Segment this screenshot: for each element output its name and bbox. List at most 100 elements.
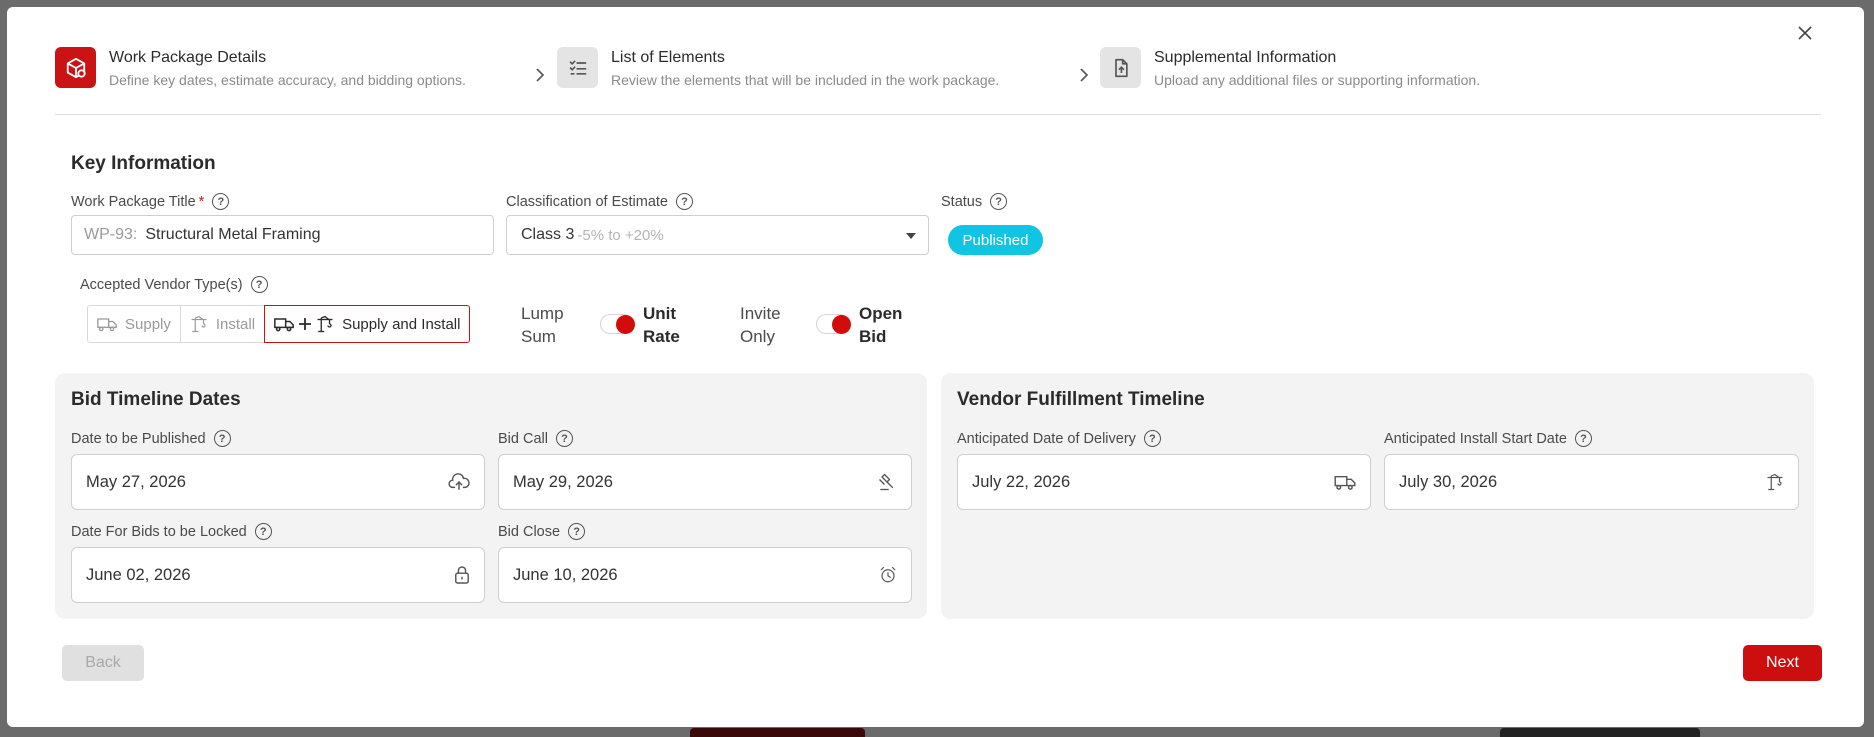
date-published-label: Date to be Published ?: [71, 430, 231, 447]
label-text: Accepted Vendor Type(s): [80, 276, 243, 293]
classification-range: -5% to +20%: [577, 226, 664, 244]
vendor-option-supply-and-install[interactable]: Supply and Install: [264, 305, 471, 343]
caret-down-icon: [906, 233, 916, 239]
box-icon: [55, 47, 96, 88]
help-icon[interactable]: ?: [990, 193, 1008, 210]
toggle-label-open-bid: Open Bid: [859, 302, 902, 348]
bid-close-label: Bid Close ?: [498, 523, 586, 540]
backdrop-element: [1500, 728, 1700, 737]
step-title: Supplemental Information: [1154, 49, 1337, 66]
label-text: Anticipated Install Start Date: [1384, 430, 1567, 447]
toggle-label-line: Bid: [859, 327, 887, 346]
toggle-knob: [832, 315, 851, 334]
truck-icon: [97, 318, 117, 332]
status-label: Status ?: [941, 193, 1008, 210]
vendor-option-label: Supply and Install: [342, 315, 461, 333]
crane-icon: [317, 315, 333, 333]
toggle-knob: [616, 315, 635, 334]
cloud-upload-icon: [448, 473, 470, 490]
bid-call-input[interactable]: May 29, 2026: [498, 454, 912, 510]
date-value: June 02, 2026: [86, 565, 191, 584]
label-text: Bid Close: [498, 523, 561, 540]
plus-icon: [299, 318, 312, 330]
date-value: May 29, 2026: [513, 472, 613, 491]
checklist-icon: [557, 47, 598, 88]
help-icon[interactable]: ?: [675, 193, 693, 210]
step-description: Review the elements that will be include…: [611, 72, 1000, 88]
bid-call-label: Bid Call ?: [498, 430, 573, 447]
label-text: Work Package Title: [71, 193, 196, 210]
step-supplemental-information[interactable]: Supplemental Information Upload any addi…: [1100, 47, 1480, 89]
chevron-right-icon: [1080, 68, 1089, 82]
toggle-label-line: Open: [859, 304, 903, 323]
install-date-label: Anticipated Install Start Date ?: [1384, 430, 1592, 447]
bid-type-toggle-switch[interactable]: [816, 314, 851, 334]
wp-title-label: Work Package Title * ?: [71, 193, 230, 210]
wp-title-value: Structural Metal Framing: [145, 226, 321, 243]
back-button[interactable]: Back: [62, 645, 144, 681]
wp-title-input[interactable]: WP-93: Structural Metal Framing: [71, 215, 494, 255]
help-icon[interactable]: ?: [250, 276, 268, 293]
vendor-type-group: Supply Install Supply and Install: [87, 305, 471, 343]
toggle-label-line: Unit: [643, 304, 677, 323]
next-button[interactable]: Next: [1743, 645, 1822, 681]
help-icon[interactable]: ?: [1143, 430, 1161, 447]
step-description: Upload any additional files or supportin…: [1154, 72, 1481, 88]
step-list-of-elements[interactable]: List of Elements Review the elements tha…: [557, 47, 999, 89]
bid-close-input[interactable]: June 10, 2026: [498, 547, 912, 603]
help-icon[interactable]: ?: [212, 193, 230, 210]
chevron-right-icon: [536, 68, 545, 82]
step-title: List of Elements: [611, 49, 725, 66]
classification-label: Classification of Estimate ?: [506, 193, 693, 210]
crane-icon: [1767, 473, 1783, 491]
close-button[interactable]: [1794, 22, 1816, 44]
date-published-input[interactable]: May 27, 2026: [71, 454, 485, 510]
help-icon[interactable]: ?: [254, 523, 272, 540]
pricing-toggle-switch[interactable]: [600, 314, 635, 334]
step-title: Work Package Details: [109, 49, 267, 66]
toggle-label-line: Sum: [521, 327, 556, 346]
panel-title: Bid Timeline Dates: [71, 389, 241, 410]
label-text: Bid Call: [498, 430, 548, 447]
date-value: June 10, 2026: [513, 565, 618, 584]
vendor-fulfillment-panel: Vendor Fulfillment Timeline Anticipated …: [941, 373, 1814, 619]
date-locked-label: Date For Bids to be Locked ?: [71, 523, 272, 540]
file-upload-icon: [1100, 47, 1141, 88]
label-text: Classification of Estimate: [506, 193, 668, 210]
vendor-types-label: Accepted Vendor Type(s) ?: [80, 276, 268, 293]
help-icon[interactable]: ?: [568, 523, 586, 540]
help-icon[interactable]: ?: [213, 430, 231, 447]
date-locked-input[interactable]: June 02, 2026: [71, 547, 485, 603]
help-icon[interactable]: ?: [1574, 430, 1592, 447]
classification-select[interactable]: Class 3 -5% to +20%: [506, 215, 929, 255]
toggle-label-line: Lump: [521, 304, 564, 323]
work-package-modal: Work Package Details Define key dates, e…: [7, 7, 1864, 727]
backdrop-element: [690, 728, 865, 737]
label-text: Date For Bids to be Locked: [71, 523, 247, 540]
lock-icon: [455, 566, 469, 584]
vendor-option-supply[interactable]: Supply: [87, 305, 181, 343]
label-text: Anticipated Date of Delivery: [957, 430, 1136, 447]
classification-value: Class 3: [521, 226, 575, 243]
vendor-option-install[interactable]: Install: [179, 305, 266, 343]
gavel-icon: [879, 473, 894, 491]
date-value: May 27, 2026: [86, 472, 186, 491]
crane-icon: [191, 315, 207, 333]
step-work-package-details[interactable]: Work Package Details Define key dates, e…: [55, 47, 466, 89]
label-text: Date to be Published: [71, 430, 206, 447]
delivery-date-label: Anticipated Date of Delivery ?: [957, 430, 1161, 447]
toggle-label-line: Invite: [740, 304, 781, 323]
label-text: Status: [941, 193, 983, 210]
help-icon[interactable]: ?: [555, 430, 573, 447]
stepper: Work Package Details Define key dates, e…: [55, 47, 1821, 115]
delivery-date-input[interactable]: July 22, 2026: [957, 454, 1371, 510]
toggle-label-unit-rate: Unit Rate: [643, 302, 680, 348]
date-value: July 30, 2026: [1399, 472, 1498, 491]
toggle-label-line: Rate: [643, 327, 680, 346]
bid-timeline-panel: Bid Timeline Dates Date to be Published …: [55, 373, 927, 619]
panel-title: Vendor Fulfillment Timeline: [957, 389, 1205, 410]
install-date-input[interactable]: July 30, 2026: [1384, 454, 1799, 510]
vendor-option-label: Supply: [125, 315, 171, 333]
alarm-clock-icon: [880, 566, 896, 583]
date-value: July 22, 2026: [972, 472, 1071, 491]
